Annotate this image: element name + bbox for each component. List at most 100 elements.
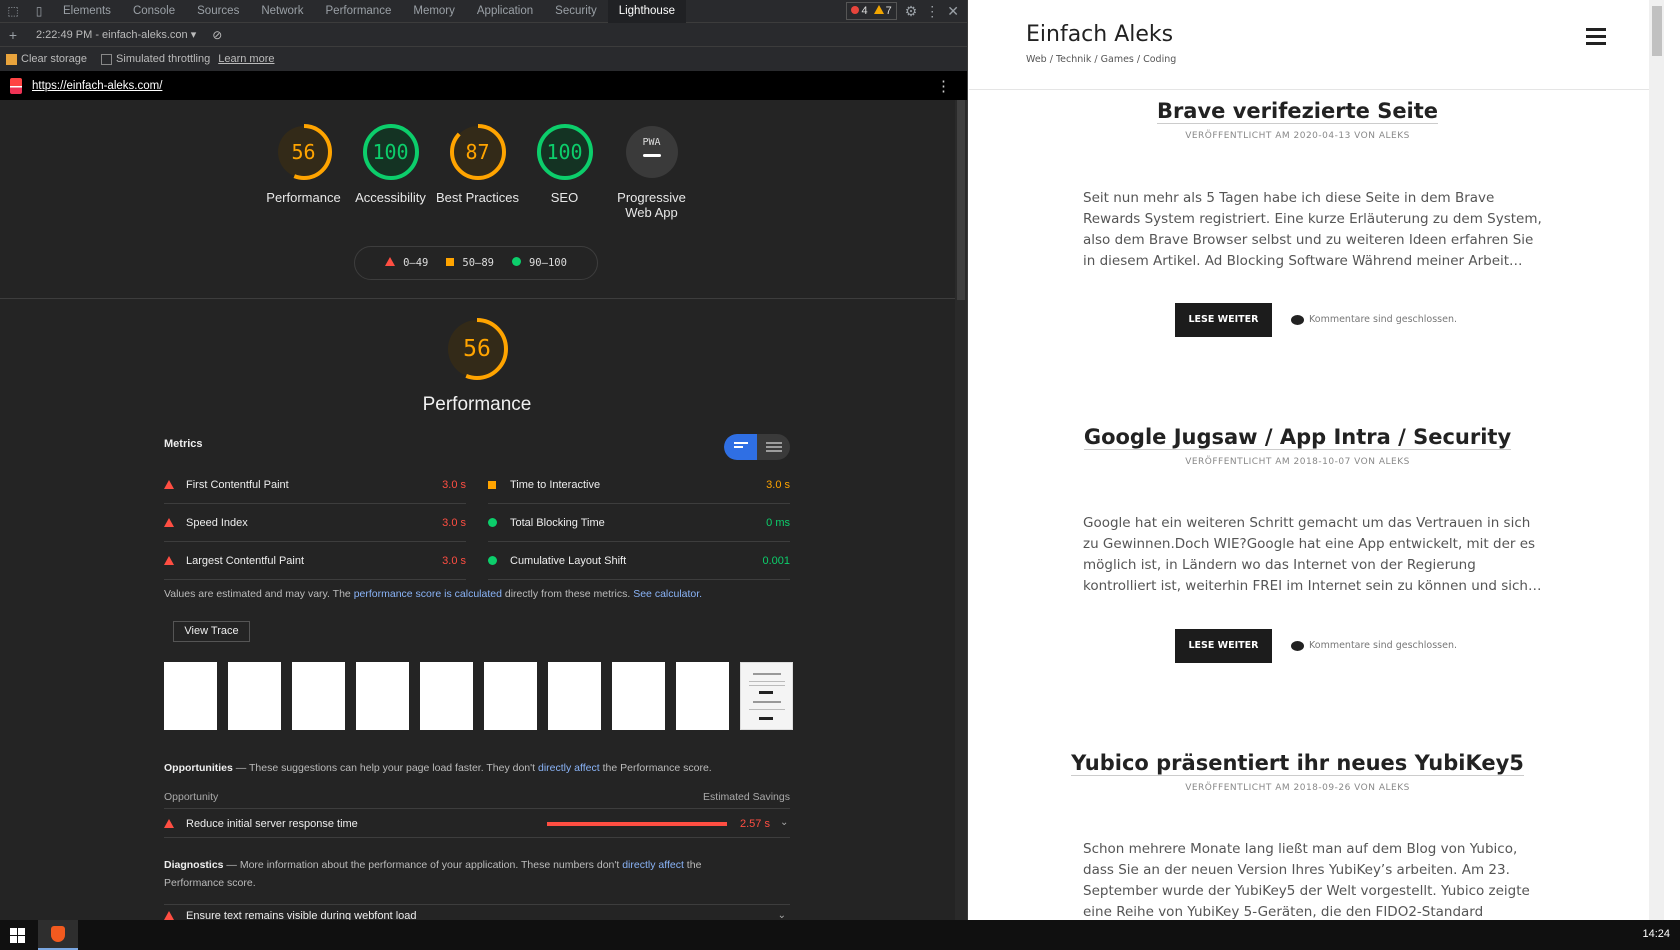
gauge-ring: 100 [361,122,421,182]
fail-triangle-icon [164,480,174,489]
comments-info: Kommentare sind geschlossen. [1291,640,1457,651]
learn-more-link[interactable]: Learn more [218,53,274,65]
report-menu-icon[interactable]: ⋮ [936,77,951,95]
report-select[interactable]: 2:22:49 PM - einfach-aleks.con ▾ [26,28,206,41]
category-gauge[interactable]: 56 Performance [260,122,347,220]
chevron-down-icon[interactable]: ⌄ [778,910,786,920]
gear-icon[interactable]: ⚙ [905,3,918,20]
gauge-ring: 56 [274,122,334,182]
hamburger-menu-icon[interactable] [1586,28,1606,49]
clock[interactable]: 14:24 [1642,928,1670,940]
score-calculated-link[interactable]: performance score is calculated [354,588,502,600]
category-gauge[interactable]: 100 Accessibility [347,122,434,220]
comment-bubble-icon [1291,640,1304,651]
windows-start-icon[interactable] [10,928,25,943]
new-report-icon[interactable]: + [0,23,26,46]
report-url[interactable]: https://einfach-aleks.com/ [32,80,162,92]
gauge-score: 56 [291,140,316,164]
fail-triangle-icon [164,911,174,920]
metrics-grid: First Contentful Paint 3.0 s Time to Inter… [164,466,790,580]
tab-network[interactable]: Network [250,0,314,23]
gauge-label: Accessibility [355,190,426,205]
see-calculator-link[interactable]: See calculator. [633,588,702,600]
post-meta: VERÖFFENTLICHT AM 2018-10-07 VON ALEKS [1185,457,1410,467]
post-title[interactable]: Google Jugsaw / App Intra / Security [969,425,1626,450]
compact-view-button[interactable] [724,434,757,460]
gauge-ring: 87 [448,122,508,182]
post-title-text[interactable]: Google Jugsaw / App Intra / Security [1083,425,1512,450]
metrics-view-toggle[interactable] [724,434,790,460]
inspect-element-icon[interactable]: ⬚ [0,0,26,23]
clear-storage-label: Clear storage [21,53,88,65]
gauge-ring: 100 [535,122,595,182]
directly-affect-link[interactable]: directly affect [538,762,600,774]
view-trace-button[interactable]: View Trace [173,621,250,642]
filmstrip-frame [612,662,665,730]
report-content[interactable]: 56 Performance 100 Accessibility 87 Best Prac… [0,100,955,920]
website-viewport: Einfach Aleks Web / Technik / Games / Co… [969,0,1664,920]
tab-memory[interactable]: Memory [402,0,466,23]
close-icon[interactable]: ✕ [947,3,959,20]
filmstrip-frame [548,662,601,730]
tab-security[interactable]: Security [544,0,608,23]
tab-performance[interactable]: Performance [315,0,403,23]
warning-icon [873,5,884,14]
tab-application[interactable]: Application [466,0,544,23]
device-toolbar-icon[interactable]: ▯ [26,0,52,23]
fail-triangle-icon [164,556,174,565]
post-excerpt: Seit nun mehr als 5 Tagen habe ich diese… [1083,190,1542,269]
error-icon [851,6,860,14]
post-title[interactable]: Brave verifezierte Seite [969,99,1626,124]
divider [0,298,955,299]
post-title-text[interactable]: Yubico präsentiert ihr neues YubiKey5 [1071,751,1524,776]
simulated-throttling-label: Simulated throttling [116,53,211,65]
metric-row: Cumulative Layout Shift 0.001 [488,542,790,580]
diagnostics-affect-link[interactable]: directly affect [622,859,684,871]
category-gauge[interactable]: PWA Progressive Web App [608,122,695,220]
pass-circle-icon [488,556,497,565]
more-menu-icon[interactable]: ⋮ [925,3,939,20]
category-gauge[interactable]: 87 Best Practices [434,122,521,220]
tab-elements[interactable]: Elements [52,0,122,23]
filmstrip-frame [676,662,729,730]
fail-triangle-icon [385,257,396,266]
devtools-panel: ⬚ ▯ Elements Console Sources Network Per… [0,0,968,920]
opportunity-title: Reduce initial server response time [186,817,358,830]
tab-console[interactable]: Console [122,0,186,23]
metric-value: 3.0 s [442,554,466,567]
chevron-down-icon[interactable]: ⌄ [780,817,788,828]
scrollbar-thumb[interactable] [957,100,965,300]
comments-info: Kommentare sind geschlossen. [1291,314,1457,325]
devtools-tab-bar: ⬚ ▯ Elements Console Sources Network Per… [0,0,967,23]
fail-triangle-icon [164,518,174,527]
tab-lighthouse[interactable]: Lighthouse [607,0,686,23]
metric-value: 3.0 s [442,516,466,529]
diagnostic-row[interactable]: Ensure text remains visible during webfo… [164,904,790,920]
issues-counter[interactable]: 4 7 [846,2,897,20]
report-scrollbar[interactable] [955,100,967,920]
metric-row: Total Blocking Time 0 ms [488,504,790,542]
brave-browser-taskbar-button[interactable] [38,920,78,950]
opportunities-text: — These suggestions can help your page l… [232,762,538,774]
read-more-button[interactable]: LESE WEITER [1175,303,1272,337]
post-title[interactable]: Yubico präsentiert ihr neues YubiKey5 [969,751,1626,776]
clear-report-icon[interactable]: ⊘ [212,28,222,42]
clear-storage-checkbox[interactable] [6,53,17,65]
report-select-value: 2:22:49 PM - einfach-aleks.con [36,29,188,41]
category-gauge[interactable]: 100 SEO [521,122,608,220]
post-title-text[interactable]: Brave verifezierte Seite [1156,99,1439,124]
legend-mid: 50–89 [462,257,494,269]
read-more-button[interactable]: LESE WEITER [1175,629,1272,663]
simulated-throttling-checkbox[interactable] [101,53,113,65]
page-scrollbar[interactable] [1649,0,1664,920]
site-tagline: Web / Technik / Games / Coding [1026,54,1177,65]
expanded-view-button[interactable] [766,442,782,454]
scrollbar-thumb[interactable] [1652,6,1662,56]
site-title[interactable]: Einfach Aleks [1026,22,1173,47]
lighthouse-logo-icon [10,77,22,94]
metric-row: Time to Interactive 3.0 s [488,466,790,504]
tab-sources[interactable]: Sources [186,0,250,23]
opportunity-row[interactable]: Reduce initial server response time 2.57… [164,810,790,838]
metric-value: 0 ms [766,516,790,529]
category-gauges: 56 Performance 100 Accessibility 87 Best Prac… [260,122,695,220]
